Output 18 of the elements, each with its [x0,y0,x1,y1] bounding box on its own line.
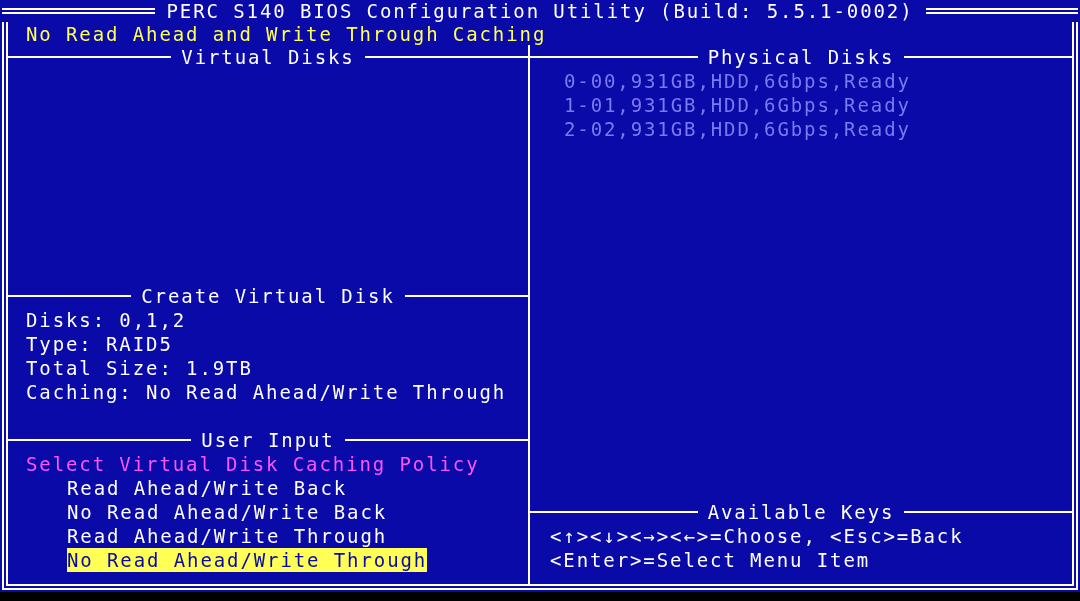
status-message: No Read Ahead and Write Through Caching [25,22,548,45]
section-title: Create Virtual Disk [140,284,396,308]
menu-option[interactable]: No Read Ahead/Write Through [67,548,428,572]
menu-option[interactable]: Read Ahead/Write Through [67,524,388,548]
window-title: PERC S140 BIOS Configuration Utility (Build: 5.5.1-0002) [165,0,915,23]
section-title: Physical Disks [706,45,896,69]
menu-option[interactable]: Read Ahead/Write Back [67,476,348,500]
disk-property: Caching: No Read Ahead/Write Through [26,380,508,404]
menu-option[interactable]: No Read Ahead/Write Back [67,500,388,524]
disk-property: Type: RAID5 [26,332,174,356]
section-title: User Input [200,428,336,452]
section-title: Virtual Disks [180,45,356,69]
section-title: Available Keys [706,500,896,524]
key-hint: <Enter>=Select Menu Item [550,548,872,572]
disk-property: Disks: 0,1,2 [26,308,188,332]
input-prompt: Select Virtual Disk Caching Policy [26,452,481,476]
disk-property: Total Size: 1.9TB [26,356,254,380]
key-hint: <↑><↓><→><←>=Choose, <Esc>=Back [550,524,965,548]
